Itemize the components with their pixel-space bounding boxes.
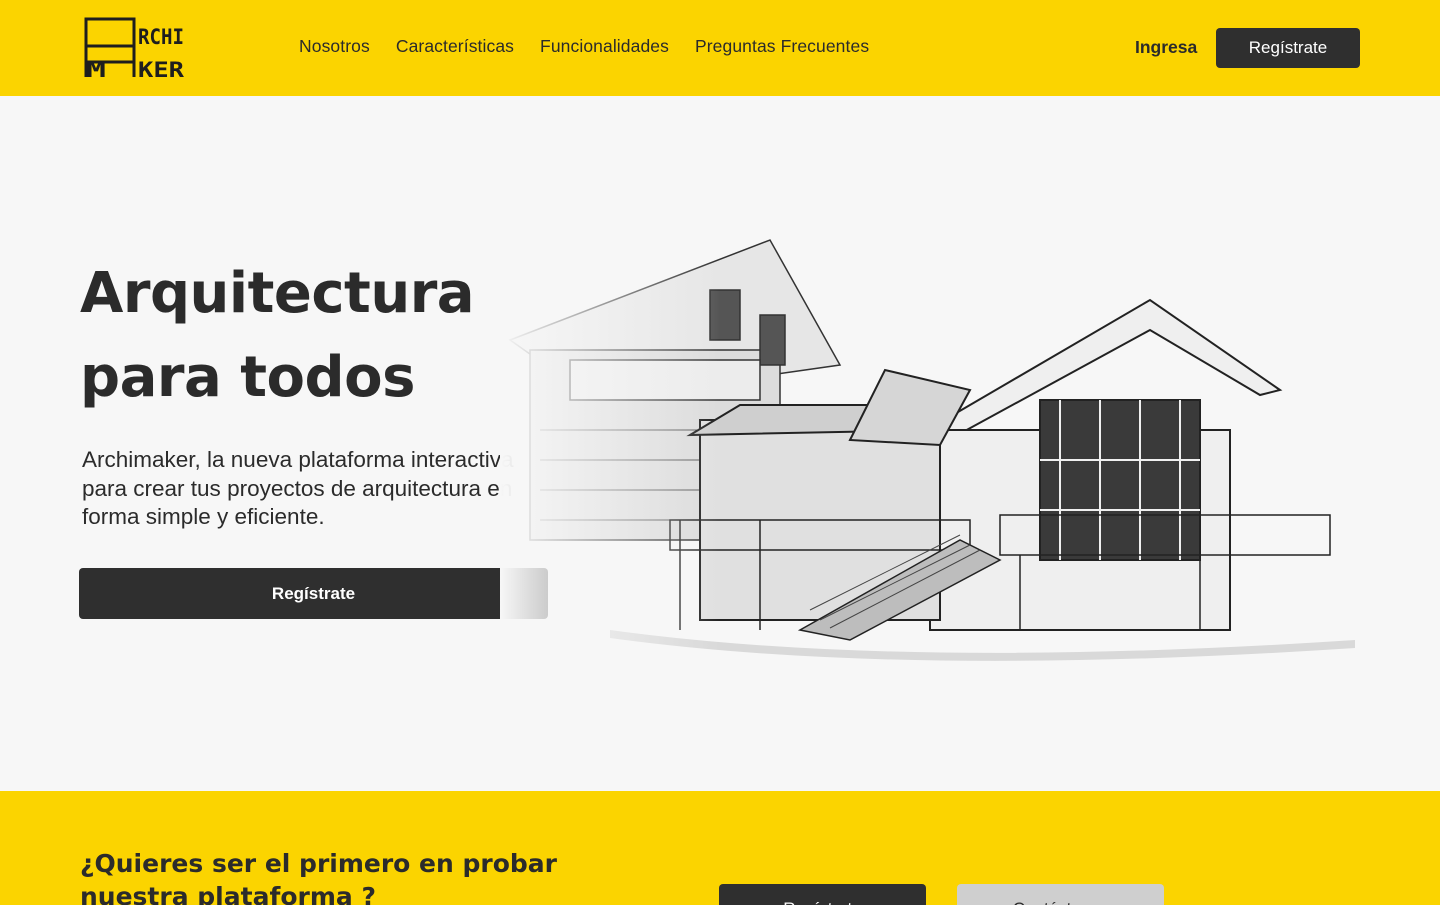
hero-signup-button[interactable]: Regístrate [79, 568, 548, 619]
hero-title-line2: para todos [80, 345, 415, 410]
header-signup-button[interactable]: Regístrate [1216, 28, 1360, 68]
login-link[interactable]: Ingresa [1135, 37, 1197, 58]
band-contact-button[interactable]: Contáctanos [957, 884, 1164, 905]
svg-text:RCHI: RCHI [138, 25, 184, 49]
nav-funcionalidades[interactable]: Funcionalidades [540, 36, 669, 57]
archimaker-logo[interactable]: RCHI M KER [84, 17, 186, 79]
site-header: RCHI M KER Nosotros Características Func… [0, 0, 1440, 96]
nav-nosotros[interactable]: Nosotros [299, 36, 370, 57]
main-nav: Nosotros Características Funcionalidades… [299, 36, 869, 57]
svg-text:M: M [86, 58, 106, 79]
nav-caracteristicas[interactable]: Características [396, 36, 514, 57]
band-signup-button[interactable]: Regístrate [719, 884, 926, 905]
hero-description: Archimaker, la nueva plataforma interact… [82, 447, 514, 529]
hero-title-line1: Arquitectura [80, 261, 475, 326]
hero-title: Arquitectura para todos [80, 252, 560, 420]
cta-band: ¿Quieres ser el primero en probar nuestr… [0, 791, 1440, 905]
nav-preguntas-frecuentes[interactable]: Preguntas Frecuentes [695, 36, 869, 57]
band-title: ¿Quieres ser el primero en probar nuestr… [80, 849, 558, 905]
house-sketch-illustration [500, 200, 1380, 680]
svg-text:KER: KER [138, 58, 184, 79]
